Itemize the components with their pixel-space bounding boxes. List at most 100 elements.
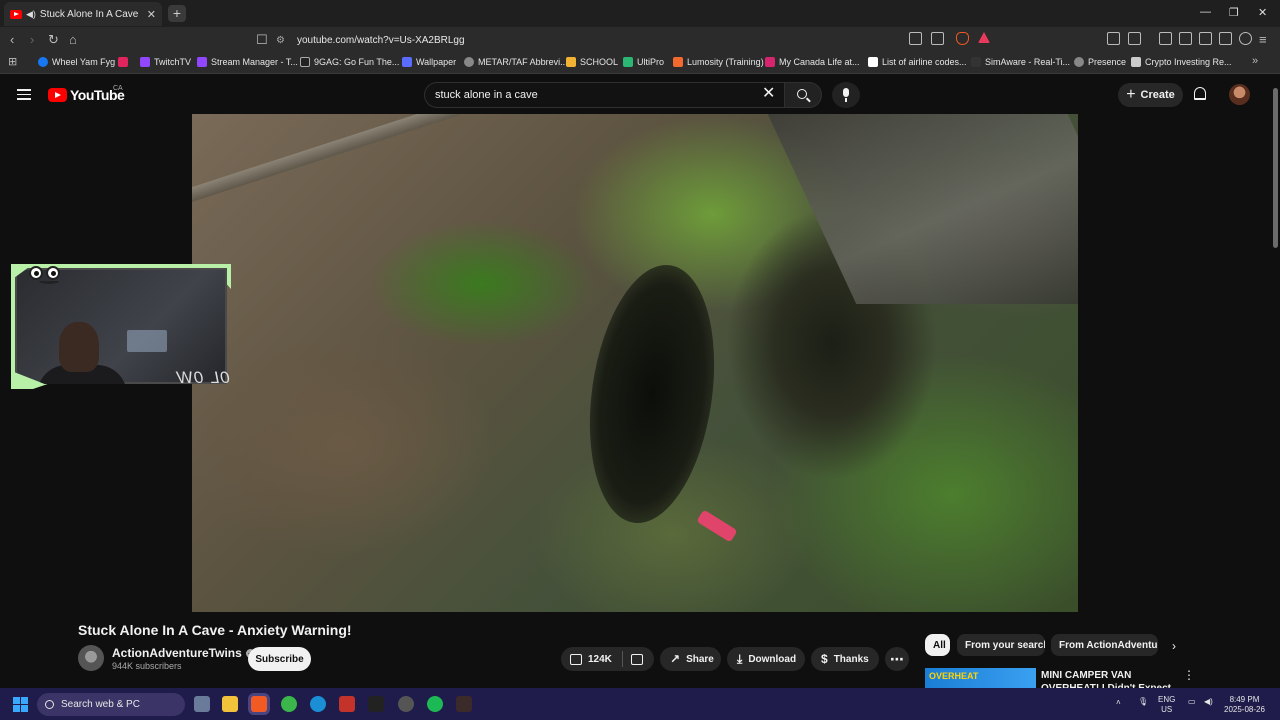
notifications-bell-icon[interactable] bbox=[1194, 87, 1206, 100]
bookmark-item[interactable]: Wheel Yam Fyg bbox=[38, 57, 115, 67]
network-icon[interactable]: ▭ bbox=[1188, 697, 1196, 707]
bookmark-item[interactable] bbox=[118, 57, 132, 67]
menu-icon[interactable]: ≡ bbox=[1259, 32, 1267, 47]
edge-icon[interactable] bbox=[310, 696, 326, 712]
streaming-app-icon[interactable] bbox=[368, 696, 384, 712]
bookmark-icon[interactable]: ☐ bbox=[256, 32, 268, 48]
brave-rewards-icon[interactable] bbox=[978, 32, 990, 43]
wallet-panel-icon[interactable] bbox=[1199, 32, 1212, 45]
extensions-icon[interactable] bbox=[1107, 32, 1120, 45]
video-frame-rock bbox=[767, 114, 1078, 304]
app-icon[interactable] bbox=[339, 696, 355, 712]
page-scrollbar[interactable] bbox=[1271, 74, 1280, 688]
spotify-icon[interactable] bbox=[427, 696, 443, 712]
hamburger-menu-icon[interactable] bbox=[17, 89, 31, 100]
chip-all[interactable]: All bbox=[925, 634, 950, 656]
bookmark-item[interactable]: UltiPro bbox=[623, 57, 664, 67]
close-window-icon[interactable]: ✕ bbox=[1258, 6, 1267, 19]
microphone-icon[interactable]: 🎙 bbox=[1138, 697, 1148, 707]
search-button[interactable] bbox=[784, 82, 822, 108]
brave-shields-icon[interactable] bbox=[956, 32, 969, 45]
share-page-icon[interactable] bbox=[931, 32, 944, 45]
wallet-icon[interactable] bbox=[1128, 32, 1141, 45]
clock-date: 2025-08-26 bbox=[1224, 705, 1265, 714]
tray-overflow-icon[interactable]: ˄ bbox=[1116, 698, 1121, 708]
home-icon[interactable]: ⌂ bbox=[69, 32, 77, 47]
vpn-icon[interactable] bbox=[1239, 32, 1252, 45]
clock[interactable]: 8:49 PM 2025-08-26 bbox=[1224, 695, 1265, 715]
account-avatar[interactable] bbox=[1229, 84, 1250, 105]
taskbar-search[interactable]: Search web & PC bbox=[37, 693, 185, 716]
scrollbar-thumb[interactable] bbox=[1273, 88, 1278, 248]
recommended-title[interactable]: MINI CAMPER VAN OVERHEAT! I Didn't Expec… bbox=[1041, 669, 1177, 688]
create-button[interactable]: + Create bbox=[1118, 83, 1183, 107]
apps-grid-icon[interactable]: ⊞ bbox=[8, 55, 17, 68]
share-button[interactable]: ↗ Share bbox=[660, 647, 721, 671]
bookmark-item[interactable]: 9GAG: Go Fun The... bbox=[300, 57, 399, 67]
video-title: Stuck Alone In A Cave - Anxiety Warning! bbox=[78, 622, 352, 638]
windows-taskbar: Search web & PC bbox=[0, 688, 1280, 720]
bookmark-item[interactable]: Presence bbox=[1074, 57, 1126, 67]
bookmark-item[interactable]: List of airline codes... bbox=[868, 57, 967, 67]
leo-ai-icon[interactable] bbox=[1219, 32, 1232, 45]
create-label: Create bbox=[1140, 89, 1175, 101]
security-app-icon[interactable] bbox=[456, 696, 472, 712]
channel-name-text: ActionAdventureTwins bbox=[112, 646, 242, 660]
search-icon bbox=[45, 700, 54, 709]
restore-icon[interactable]: ❐ bbox=[1229, 6, 1239, 19]
volume-icon[interactable]: ◀) bbox=[1204, 697, 1213, 707]
language-indicator[interactable]: ENG US bbox=[1158, 695, 1175, 715]
subscribe-button[interactable]: Subscribe bbox=[248, 647, 311, 671]
channel-name[interactable]: ActionAdventureTwins✓ bbox=[112, 646, 255, 660]
bookmark-item[interactable]: Crypto Investing Re... bbox=[1131, 57, 1232, 67]
bookmark-item[interactable]: METAR/TAF Abbrevi... bbox=[464, 57, 568, 67]
close-tab-icon[interactable]: ✕ bbox=[147, 8, 156, 21]
voice-search-button[interactable] bbox=[832, 82, 860, 108]
bookmark-item[interactable]: SCHOOL bbox=[566, 57, 618, 67]
channel-avatar[interactable] bbox=[78, 645, 104, 671]
like-icon[interactable] bbox=[570, 653, 582, 665]
cast-icon[interactable] bbox=[909, 32, 922, 45]
bookmark-item[interactable]: Lumosity (Training) bbox=[673, 57, 764, 67]
task-view-icon[interactable] bbox=[194, 696, 210, 712]
youtube-logo-icon[interactable] bbox=[48, 88, 67, 102]
bookmark-item[interactable]: My Canada Life at... bbox=[765, 57, 860, 67]
windows-start-icon[interactable] bbox=[13, 697, 29, 713]
bookmark-item[interactable]: TwitchTV bbox=[140, 57, 191, 67]
chips-next-icon[interactable]: › bbox=[1172, 639, 1176, 653]
bookmark-item[interactable]: Wallpaper bbox=[402, 57, 456, 67]
media-icon[interactable] bbox=[1159, 32, 1172, 45]
clock-time: 8:49 PM bbox=[1229, 695, 1260, 704]
xbox-icon[interactable] bbox=[281, 696, 297, 712]
chip-from-your-search[interactable]: From your search bbox=[957, 634, 1045, 656]
bookmark-label: 9GAG: Go Fun The... bbox=[314, 57, 400, 67]
brave-browser-icon[interactable] bbox=[251, 696, 267, 712]
forward-icon[interactable]: › bbox=[30, 32, 34, 47]
recommended-more-icon[interactable]: ⋮ bbox=[1183, 668, 1195, 682]
like-count[interactable]: 124K bbox=[588, 654, 612, 665]
browser-tab-active[interactable]: ◀) Stuck Alone In A Cave - Anxiety Warni… bbox=[4, 2, 162, 26]
speaker-icon[interactable]: ◀) bbox=[26, 9, 36, 20]
new-tab-button[interactable]: + bbox=[168, 5, 186, 22]
more-actions-button[interactable]: ⋯ bbox=[885, 647, 909, 671]
file-explorer-icon[interactable] bbox=[222, 696, 238, 712]
reload-icon[interactable]: ↻ bbox=[48, 32, 59, 48]
thanks-button[interactable]: $ Thanks bbox=[811, 647, 879, 671]
search-input[interactable] bbox=[435, 89, 735, 101]
chip-from-channel[interactable]: From ActionAdventureTwins bbox=[1051, 634, 1158, 656]
more-bookmarks-icon[interactable]: » bbox=[1252, 55, 1258, 67]
bookmark-item[interactable]: Stream Manager - T... bbox=[197, 57, 298, 67]
site-info-icon[interactable]: ⚙ bbox=[276, 35, 285, 46]
recommended-thumbnail[interactable]: OVERHEAT bbox=[925, 668, 1036, 688]
address-bar[interactable]: ⚙ youtube.com/watch?v=Us-XA2BRLgg bbox=[276, 30, 996, 50]
download-button[interactable]: ⤓ Download bbox=[727, 647, 805, 671]
dislike-icon[interactable] bbox=[630, 653, 643, 665]
back-icon[interactable]: ‹ bbox=[10, 32, 14, 47]
bookmark-item[interactable]: SimAware - Real-Ti... bbox=[971, 57, 1070, 67]
minimize-icon[interactable]: — bbox=[1200, 6, 1211, 18]
obs-icon[interactable] bbox=[398, 696, 414, 712]
clear-search-icon[interactable]: ✕ bbox=[762, 86, 775, 102]
sidebar-icon[interactable] bbox=[1179, 32, 1192, 45]
video-player[interactable] bbox=[192, 114, 1078, 612]
wallpaper-icon bbox=[402, 57, 412, 67]
